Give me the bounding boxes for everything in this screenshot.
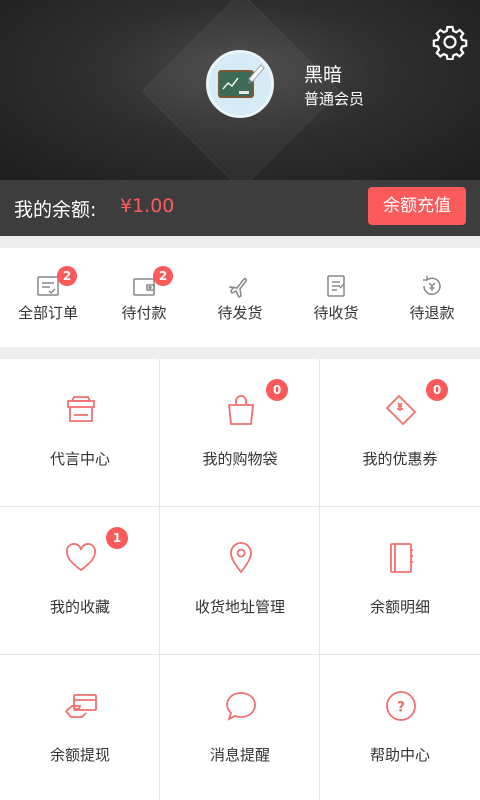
favorites-badge: 1 xyxy=(106,527,128,549)
grid-item-shopping-bag[interactable]: 0 我的购物袋 xyxy=(160,359,320,507)
section-divider xyxy=(0,236,480,248)
card-hand-icon xyxy=(65,694,97,718)
order-label: 待收货 xyxy=(313,304,359,322)
grid-item-endorse-center[interactable]: 代言中心 xyxy=(0,359,160,507)
bag-badge: 0 xyxy=(266,379,288,401)
order-item-pending-receipt[interactable]: 待收货 xyxy=(288,248,384,347)
user-name: 黑暗 xyxy=(304,64,343,86)
shop-icon xyxy=(67,396,95,422)
order-status-row: 2 全部订单 2 待付款 待发货 待收货 待退款 xyxy=(0,248,480,347)
grid-label: 收货地址管理 xyxy=(194,598,285,616)
grid-label: 代言中心 xyxy=(49,450,110,468)
notebook-icon xyxy=(390,543,413,573)
grid-label: 我的优惠券 xyxy=(362,450,438,468)
order-item-pending-payment[interactable]: 2 待付款 xyxy=(96,248,192,347)
grid-label: 消息提醒 xyxy=(209,746,270,764)
grid-label: 余额明细 xyxy=(369,598,430,616)
grid-item-coupons[interactable]: 0 我的优惠券 xyxy=(320,359,480,507)
recharge-button[interactable]: 余额充值 xyxy=(368,187,466,225)
order-item-pending-refund[interactable]: 待退款 xyxy=(384,248,480,347)
grid-item-help-center[interactable]: ? 帮助中心 xyxy=(320,655,480,800)
svg-text:?: ? xyxy=(397,700,405,716)
coupon-badge: 0 xyxy=(426,379,448,401)
grid-label: 我的收藏 xyxy=(49,598,110,616)
order-badge: 2 xyxy=(153,266,173,286)
section-divider xyxy=(0,347,480,359)
gear-icon xyxy=(432,25,468,61)
coupon-icon xyxy=(385,394,417,426)
user-level: 普通会员 xyxy=(304,90,365,108)
order-item-pending-shipment[interactable]: 待发货 xyxy=(192,248,288,347)
grid-item-address-management[interactable]: 收货地址管理 xyxy=(160,507,320,655)
avatar[interactable] xyxy=(206,50,274,118)
plane-icon xyxy=(229,277,247,298)
order-badge: 2 xyxy=(57,266,77,286)
balance-bar: 我的余额: ¥1.00 余额充值 xyxy=(0,180,480,236)
profile-header: 黑暗 普通会员 xyxy=(0,0,480,180)
order-label: 全部订单 xyxy=(17,304,78,322)
grid-item-balance-details[interactable]: 余额明细 xyxy=(320,507,480,655)
help-icon: ? xyxy=(386,691,416,721)
heart-icon xyxy=(66,543,96,572)
receipt-icon xyxy=(327,275,345,297)
grid-label: 我的购物袋 xyxy=(202,450,278,468)
grid-item-withdraw[interactable]: 余额提现 xyxy=(0,655,160,800)
avatar-icon xyxy=(209,53,271,115)
message-icon xyxy=(226,692,256,721)
balance-label: 我的余额: xyxy=(14,199,97,221)
grid-item-messages[interactable]: 消息提醒 xyxy=(160,655,320,800)
order-label: 待发货 xyxy=(217,304,263,322)
balance-value: ¥1.00 xyxy=(120,195,175,217)
grid-label: 帮助中心 xyxy=(369,746,430,764)
shopping-bag-icon xyxy=(228,395,254,425)
order-item-all[interactable]: 2 全部订单 xyxy=(0,248,96,347)
location-icon xyxy=(230,542,252,574)
settings-button[interactable] xyxy=(432,24,468,61)
order-label: 待付款 xyxy=(121,304,167,322)
order-label: 待退款 xyxy=(409,304,455,322)
refund-icon xyxy=(423,276,441,295)
feature-grid: 代言中心 0 我的购物袋 0 我的优惠券 1 我的收藏 收货地址管理 余额明细 xyxy=(0,359,480,800)
grid-label: 余额提现 xyxy=(49,746,110,764)
grid-item-favorites[interactable]: 1 我的收藏 xyxy=(0,507,160,655)
